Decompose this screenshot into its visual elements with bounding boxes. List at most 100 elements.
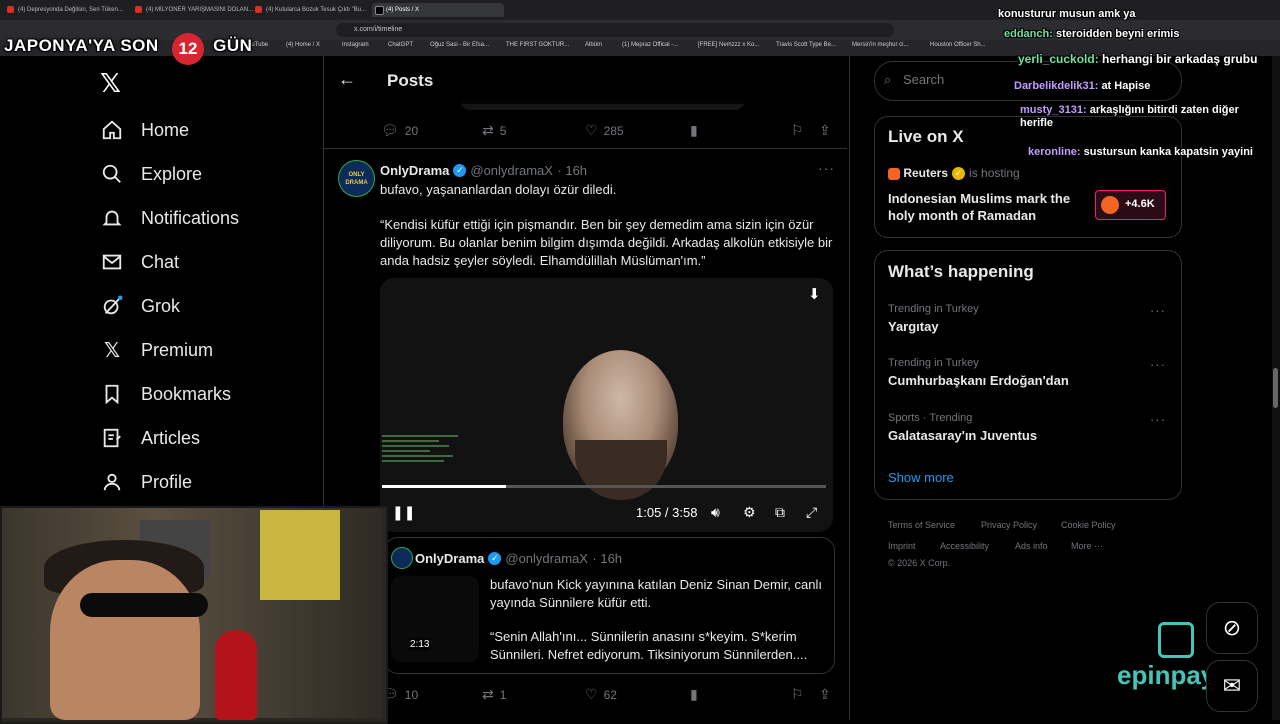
- views-icon[interactable]: ▮: [690, 686, 704, 703]
- author-handle[interactable]: @onlydramaX: [470, 163, 553, 178]
- nav-item-explore[interactable]: Explore: [100, 159, 202, 189]
- person-icon: [100, 470, 124, 494]
- reuters-logo-icon: [888, 167, 900, 180]
- pause-icon[interactable]: ❚❚: [392, 504, 415, 521]
- browser-tab[interactable]: (4) MİLYONER YARIŞMASINI DOLAN...: [132, 3, 262, 17]
- search-placeholder: Search: [903, 72, 945, 87]
- volume-icon[interactable]: 🔊︎: [711, 504, 720, 521]
- like-button[interactable]: ♡ 285: [585, 122, 624, 139]
- bookmark-item[interactable]: (1) Mepraz Offical -...: [622, 42, 678, 48]
- bookmark-button[interactable]: ⚐: [791, 686, 810, 703]
- author-name[interactable]: OnlyDrama: [380, 163, 449, 178]
- tweet-time[interactable]: · 16h: [557, 163, 587, 178]
- trend-name[interactable]: Yargıtay: [888, 319, 939, 334]
- messages-button[interactable]: ✉: [1206, 660, 1258, 712]
- bookmark-item[interactable]: (4) Home / X: [286, 42, 320, 48]
- nav-item-articles[interactable]: Articles: [100, 423, 200, 453]
- verified-badge-icon: ✓: [453, 164, 467, 178]
- bookmark-item[interactable]: [FREE] Nemzzz x Ko...: [698, 42, 759, 48]
- share-button[interactable]: ⇪: [819, 686, 837, 703]
- grok-button[interactable]: ⊘: [1206, 602, 1258, 654]
- footer-link[interactable]: Cookie Policy: [1061, 520, 1116, 530]
- microphone: [215, 630, 257, 720]
- settings-gear-icon[interactable]: ⚙: [743, 504, 756, 521]
- more-options-icon[interactable]: ···: [1150, 303, 1166, 318]
- footer-link[interactable]: Accessibility: [940, 541, 989, 551]
- address-bar[interactable]: x.com/i/timeline: [336, 23, 894, 37]
- nav-item-premium[interactable]: 𝕏 Premium: [100, 335, 213, 365]
- more-options-icon[interactable]: ···: [1150, 357, 1166, 372]
- webcam-person: [50, 560, 200, 720]
- reply-icon: 💬︎: [381, 122, 399, 138]
- trend-context: Trending in Turkey: [888, 357, 979, 369]
- avatar[interactable]: ONLY DRAMA: [338, 160, 375, 197]
- live-avatar-icon: [1101, 196, 1119, 214]
- browser-tab-active[interactable]: (4) Posts / X: [372, 3, 504, 17]
- footer-link[interactable]: Terms of Service: [888, 520, 955, 530]
- copyright: © 2026 X Corp.: [888, 558, 951, 568]
- footer-link[interactable]: Ads info: [1015, 541, 1048, 551]
- picture-in-picture-icon[interactable]: ⧉: [775, 504, 785, 521]
- bookmark-item[interactable]: Albüm: [585, 42, 602, 48]
- search-icon: ⌕: [884, 72, 892, 87]
- live-listener-count: +4.6K: [1125, 198, 1155, 210]
- x-logo-icon[interactable]: 𝕏: [100, 68, 121, 99]
- reply-button[interactable]: 💬︎ 20: [381, 122, 418, 139]
- retweet-icon: ⇄: [482, 122, 494, 138]
- live-title: Live on X: [888, 127, 964, 146]
- nav-item-profile[interactable]: Profile: [100, 467, 192, 497]
- heart-icon: ♡: [585, 122, 598, 138]
- share-icon: ⇪: [819, 686, 831, 702]
- footer-link[interactable]: Imprint: [888, 541, 916, 551]
- tweet-text: bufavo, yaşananlardan dolayı özür diledi…: [380, 182, 617, 197]
- stream-chat-message: Darbelikdelik31: at Hapise: [1014, 80, 1151, 92]
- trend-context: Trending in Turkey: [888, 303, 979, 315]
- live-host[interactable]: Reuters ✓ is hosting: [888, 166, 1020, 181]
- nav-item-home[interactable]: Home: [100, 115, 189, 145]
- more-options-icon[interactable]: ···: [818, 160, 835, 176]
- like-button[interactable]: ♡ 62: [585, 686, 617, 703]
- bookmark-icon: ⚐: [791, 122, 804, 138]
- bookmark-icon: [100, 382, 124, 406]
- article-icon: [100, 426, 124, 450]
- bookmark-item[interactable]: Travis Scott Type Be...: [776, 42, 836, 48]
- bell-icon: [100, 206, 124, 230]
- trend-name[interactable]: Cumhurbaşkanı Erdoğan'dan: [888, 373, 1069, 388]
- bookmark-button[interactable]: ⚐: [791, 122, 810, 139]
- back-arrow-icon[interactable]: ←: [338, 69, 356, 90]
- share-button[interactable]: ⇪: [819, 122, 837, 139]
- browser-tab[interactable]: (4) Kutularca Bozuk Tesuk Çıktı "Bu...: [252, 3, 382, 17]
- video-duration: 2:13: [408, 638, 432, 651]
- nav-item-grok[interactable]: Grok: [100, 291, 180, 321]
- bookmark-item[interactable]: ChatGPT: [388, 42, 413, 48]
- trend-name[interactable]: Galatasaray'ın Juventus: [888, 428, 1037, 443]
- more-options-icon[interactable]: ···: [1150, 412, 1166, 427]
- bookmark-item[interactable]: Houston Officer Sh...: [930, 42, 986, 48]
- quoted-video-thumbnail[interactable]: [391, 576, 479, 662]
- browser-tab[interactable]: (4) Depresyonda Değilsin, Sen Tüken...: [4, 3, 142, 17]
- live-headline[interactable]: Indonesian Muslims mark the holy month o…: [888, 190, 1088, 224]
- countdown-number-badge: 12: [172, 33, 204, 65]
- download-icon[interactable]: ⬇: [808, 285, 821, 303]
- scrollbar-thumb[interactable]: [1273, 368, 1278, 408]
- nav-item-notifications[interactable]: Notifications: [100, 203, 239, 233]
- footer-link[interactable]: More ···: [1071, 541, 1103, 551]
- fullscreen-icon[interactable]: ⤢: [806, 504, 817, 521]
- sponsor-logo: epinpay: [1117, 660, 1216, 690]
- bookmark-item[interactable]: Instagram: [342, 42, 369, 48]
- retweet-button[interactable]: ⇄ 1: [482, 686, 506, 703]
- avatar: [391, 547, 413, 569]
- nav-item-chat[interactable]: Chat: [100, 247, 179, 277]
- whats-happening-title: What’s happening: [888, 262, 1034, 281]
- bookmark-item[interactable]: Oğuz Sasi - Bir Efsa...: [430, 42, 489, 48]
- nav-item-bookmarks[interactable]: Bookmarks: [100, 379, 231, 409]
- footer-link[interactable]: Privacy Policy: [981, 520, 1037, 530]
- views-icon[interactable]: ▮: [690, 122, 704, 139]
- retweet-button[interactable]: ⇄ 5: [482, 122, 506, 139]
- bookmark-item[interactable]: THE FIRST GOKTUR...: [506, 42, 569, 48]
- grok-icon: [100, 294, 124, 318]
- video-time: 1:05 / 3:58: [636, 505, 698, 520]
- trend-context: Sports · Trending: [888, 412, 973, 424]
- bookmark-item[interactable]: Mersin'in meşhur ci...: [852, 42, 909, 48]
- show-more-link[interactable]: Show more: [888, 470, 954, 485]
